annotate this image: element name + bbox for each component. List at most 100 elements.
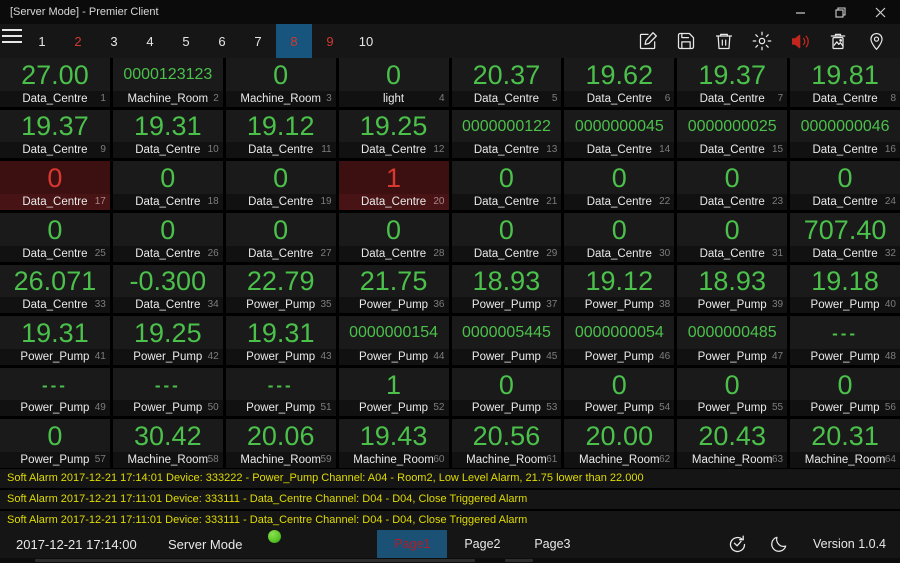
grid-cell-20[interactable]: 1 Data_Centre 20	[338, 161, 449, 210]
grid-cell-39[interactable]: 18.93 Power_Pump 39	[677, 264, 788, 314]
location-icon[interactable]	[864, 29, 888, 53]
grid-cell-1[interactable]: 27.00 Data_Centre 1	[0, 58, 110, 107]
page-tab-page2[interactable]: Page2	[447, 530, 517, 558]
edit-icon[interactable]	[636, 29, 660, 53]
grid-cell-47[interactable]: 0000000485 Power_Pump 47	[677, 316, 788, 365]
toolbar-tab-5[interactable]: 5	[168, 24, 204, 58]
grid-cell-35[interactable]: 22.79 Power_Pump 35	[225, 264, 336, 314]
clear-image-icon[interactable]	[826, 29, 850, 53]
scrollbar-thumb-secondary[interactable]	[505, 559, 533, 562]
alarm-message[interactable]: Soft Alarm 2017-12-21 17:14:01 Device: 3…	[0, 469, 900, 488]
grid-cell-34[interactable]: -0.300 Data_Centre 34	[112, 264, 223, 314]
grid-cell-2[interactable]: 0000123123 Machine_Room 2	[112, 58, 223, 107]
grid-cell-45[interactable]: 0000005445 Power_Pump 45	[451, 316, 562, 365]
grid-cell-43[interactable]: 19.31 Power_Pump 43	[225, 316, 336, 365]
menu-icon[interactable]	[0, 24, 24, 48]
grid-cell-51[interactable]: --- Power_Pump 51	[225, 367, 336, 417]
grid-cell-61[interactable]: 20.56 Machine_Room 61	[451, 419, 562, 468]
grid-cell-27[interactable]: 0 Data_Centre 27	[225, 212, 336, 262]
grid-cell-7[interactable]: 19.37 Data_Centre 7	[677, 58, 788, 107]
grid-cell-41[interactable]: 19.31 Power_Pump 41	[0, 316, 110, 365]
grid-cell-32[interactable]: 707.40 Data_Centre 32	[790, 212, 900, 262]
toolbar-tab-9[interactable]: 9	[312, 24, 348, 58]
toolbar-tab-4[interactable]: 4	[132, 24, 168, 58]
toolbar-tab-8[interactable]: 8	[276, 24, 312, 58]
page-tab-page1[interactable]: Page1	[377, 530, 448, 558]
grid-cell-57[interactable]: 0 Power_Pump 57	[0, 419, 110, 468]
toolbar-tab-1[interactable]: 1	[24, 24, 60, 58]
grid-cell-53[interactable]: 0 Power_Pump 53	[451, 367, 562, 417]
grid-cell-58[interactable]: 30.42 Machine_Room 58	[112, 419, 223, 468]
grid-cell-54[interactable]: 0 Power_Pump 54	[564, 367, 675, 417]
grid-cell-36[interactable]: 21.75 Power_Pump 36	[338, 264, 449, 314]
grid-cell-17[interactable]: 0 Data_Centre 17	[0, 161, 110, 210]
sound-icon[interactable]	[788, 29, 812, 53]
grid-cell-31[interactable]: 0 Data_Centre 31	[677, 212, 788, 262]
grid-cell-42[interactable]: 19.25 Power_Pump 42	[112, 316, 223, 365]
minimize-button[interactable]	[780, 0, 820, 24]
grid-cell-62[interactable]: 20.00 Machine_Room 62	[564, 419, 675, 468]
sync-icon[interactable]	[725, 532, 749, 556]
settings-icon[interactable]	[750, 29, 774, 53]
scrollbar-thumb[interactable]	[35, 559, 475, 562]
cell-value: 19.62	[585, 59, 654, 90]
grid-cell-13[interactable]: 0000000122 Data_Centre 13	[451, 109, 562, 159]
grid-cell-10[interactable]: 19.31 Data_Centre 10	[112, 109, 223, 159]
toolbar-tab-10[interactable]: 10	[348, 24, 384, 58]
grid-cell-63[interactable]: 20.43 Machine_Room 63	[677, 419, 788, 468]
moon-icon[interactable]	[767, 532, 791, 556]
grid-cell-11[interactable]: 19.12 Data_Centre 11	[225, 109, 336, 159]
grid-cell-18[interactable]: 0 Data_Centre 18	[112, 161, 223, 210]
grid-cell-25[interactable]: 0 Data_Centre 25	[0, 212, 110, 262]
grid-cell-46[interactable]: 0000000054 Power_Pump 46	[564, 316, 675, 365]
grid-cell-48[interactable]: --- Power_Pump 48	[790, 316, 900, 365]
page-tab-page3[interactable]: Page3	[517, 530, 587, 558]
grid-cell-15[interactable]: 0000000025 Data_Centre 15	[677, 109, 788, 159]
cell-label: Machine_Room	[240, 92, 321, 105]
grid-cell-40[interactable]: 19.18 Power_Pump 40	[790, 264, 900, 314]
save-icon[interactable]	[674, 29, 698, 53]
grid-cell-52[interactable]: 1 Power_Pump 52	[338, 367, 449, 417]
grid-cell-49[interactable]: --- Power_Pump 49	[0, 367, 110, 417]
close-button[interactable]	[860, 0, 900, 24]
horizontal-scrollbar[interactable]	[0, 558, 900, 563]
alarm-message[interactable]: Soft Alarm 2017-12-21 17:11:01 Device: 3…	[0, 490, 900, 509]
grid-cell-4[interactable]: 0 light 4	[338, 58, 449, 107]
cell-label: Power_Pump	[359, 402, 429, 415]
grid-cell-14[interactable]: 0000000045 Data_Centre 14	[564, 109, 675, 159]
restore-button[interactable]	[820, 0, 860, 24]
toolbar-tab-7[interactable]: 7	[240, 24, 276, 58]
grid-cell-59[interactable]: 20.06 Machine_Room 59	[225, 419, 336, 468]
grid-cell-55[interactable]: 0 Power_Pump 55	[677, 367, 788, 417]
grid-cell-64[interactable]: 20.31 Machine_Room 64	[790, 419, 900, 468]
grid-cell-3[interactable]: 0 Machine_Room 3	[225, 58, 336, 107]
grid-cell-56[interactable]: 0 Power_Pump 56	[790, 367, 900, 417]
grid-cell-22[interactable]: 0 Data_Centre 22	[564, 161, 675, 210]
toolbar-tab-6[interactable]: 6	[204, 24, 240, 58]
grid-cell-44[interactable]: 0000000154 Power_Pump 44	[338, 316, 449, 365]
grid-cell-33[interactable]: 26.071 Data_Centre 33	[0, 264, 110, 314]
grid-cell-29[interactable]: 0 Data_Centre 29	[451, 212, 562, 262]
grid-cell-23[interactable]: 0 Data_Centre 23	[677, 161, 788, 210]
toolbar-tab-2[interactable]: 2	[60, 24, 96, 58]
grid-cell-12[interactable]: 19.25 Data_Centre 12	[338, 109, 449, 159]
grid-cell-21[interactable]: 0 Data_Centre 21	[451, 161, 562, 210]
toolbar-tab-3[interactable]: 3	[96, 24, 132, 58]
grid-cell-60[interactable]: 19.43 Machine_Room 60	[338, 419, 449, 468]
grid-cell-38[interactable]: 19.12 Power_Pump 38	[564, 264, 675, 314]
grid-cell-19[interactable]: 0 Data_Centre 19	[225, 161, 336, 210]
grid-cell-50[interactable]: --- Power_Pump 50	[112, 367, 223, 417]
grid-cell-30[interactable]: 0 Data_Centre 30	[564, 212, 675, 262]
cell-label: Data_Centre	[22, 195, 88, 208]
grid-cell-26[interactable]: 0 Data_Centre 26	[112, 212, 223, 262]
grid-cell-9[interactable]: 19.37 Data_Centre 9	[0, 109, 110, 159]
alarm-message[interactable]: Soft Alarm 2017-12-21 17:11:01 Device: 3…	[0, 511, 900, 530]
grid-cell-28[interactable]: 0 Data_Centre 28	[338, 212, 449, 262]
grid-cell-16[interactable]: 0000000046 Data_Centre 16	[790, 109, 900, 159]
delete-icon[interactable]	[712, 29, 736, 53]
grid-cell-6[interactable]: 19.62 Data_Centre 6	[564, 58, 675, 107]
grid-cell-8[interactable]: 19.81 Data_Centre 8	[790, 58, 900, 107]
grid-cell-5[interactable]: 20.37 Data_Centre 5	[451, 58, 562, 107]
grid-cell-37[interactable]: 18.93 Power_Pump 37	[451, 264, 562, 314]
grid-cell-24[interactable]: 0 Data_Centre 24	[790, 161, 900, 210]
